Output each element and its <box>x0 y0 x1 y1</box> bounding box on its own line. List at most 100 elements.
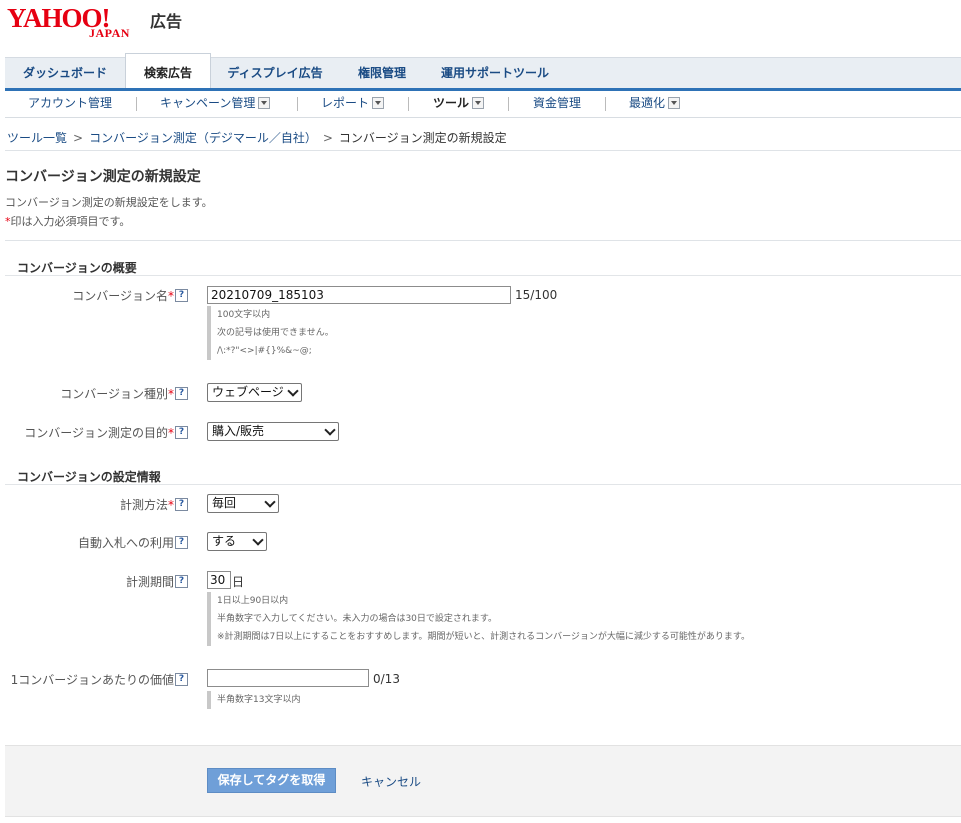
divider <box>136 97 137 111</box>
breadcrumb-tools-list[interactable]: ツール一覧 <box>7 131 67 145</box>
breadcrumb-conversion-measurement[interactable]: コンバージョン測定（デジマール／自社） <box>89 131 317 145</box>
purpose-label: コンバージョン測定の目的*? <box>24 424 188 441</box>
chevron-down-icon <box>324 424 336 436</box>
conversion-type-label-text: コンバージョン種別 <box>60 387 168 401</box>
autobid-select[interactable]: する <box>207 532 267 551</box>
value-notes: 半角数字13文字以内 <box>207 691 300 709</box>
conversion-type-value: ウェブページ <box>212 385 284 399</box>
tab-permissions[interactable]: 権限管理 <box>345 58 419 89</box>
subnav-funds[interactable]: 資金管理 <box>533 91 581 117</box>
chevron-down-icon <box>264 496 276 508</box>
method-select[interactable]: 毎回 <box>207 494 279 513</box>
save-and-get-tag-button[interactable]: 保存してタグを取得 <box>207 768 336 793</box>
conversion-name-input[interactable]: 20210709_185103 <box>207 286 511 304</box>
dropdown-icon[interactable] <box>372 96 385 109</box>
subnav-report[interactable]: レポート <box>321 91 385 117</box>
tab-dashboard[interactable]: ダッシュボード <box>5 58 125 89</box>
period-notes: 1日以上90日以内 半角数字で入力してください。未入力の場合は30日で設定されま… <box>207 592 750 646</box>
conversion-name-label: コンバージョン名*? <box>72 287 188 304</box>
tab-support-tools[interactable]: 運用サポートツール <box>430 58 560 89</box>
form-footer <box>5 745 961 817</box>
section-divider <box>5 484 961 485</box>
breadcrumb: ツール一覧 > コンバージョン測定（デジマール／自社） > コンバージョン測定の新規設定 <box>7 129 507 146</box>
section-title-settings: コンバージョンの設定情報 <box>17 470 161 484</box>
purpose-value: 購入/販売 <box>212 424 265 438</box>
period-unit: 日 <box>232 575 245 589</box>
value-label: 1コンバージョンあたりの価値? <box>11 671 188 688</box>
help-icon[interactable]: ? <box>175 289 188 302</box>
cancel-link[interactable]: キャンセル <box>361 773 421 790</box>
main-tabs: ダッシュボード 検索広告 ディスプレイ広告 権限管理 運用サポートツール <box>5 53 961 91</box>
help-icon[interactable]: ? <box>175 536 188 549</box>
period-input[interactable]: 30 <box>207 571 231 589</box>
section-divider <box>5 275 961 276</box>
page-title: コンバージョン測定の新規設定 <box>5 169 201 185</box>
purpose-select[interactable]: 購入/販売 <box>207 422 339 441</box>
method-label-text: 計測方法 <box>119 498 168 512</box>
subnav-optimize[interactable]: 最適化 <box>629 91 681 117</box>
period-label: 計測期間? <box>126 573 188 590</box>
yahoo-japan-logo[interactable]: YAHOO! JAPAN 広告 <box>7 4 182 40</box>
divider <box>297 97 298 111</box>
required-note: *印は入力必須項目です。 <box>5 213 130 229</box>
subnav-report-label: レポート <box>321 96 370 110</box>
required-mark: * <box>168 387 174 401</box>
page-description: コンバージョン測定の新規設定をします。 <box>5 196 213 209</box>
value-counter: 0/13 <box>373 672 400 686</box>
divider <box>605 97 606 111</box>
required-mark: * <box>168 426 174 440</box>
breadcrumb-separator: > <box>322 131 333 145</box>
help-icon[interactable]: ? <box>175 673 188 686</box>
divider <box>5 150 961 151</box>
tab-search-ads[interactable]: 検索広告 <box>125 53 211 91</box>
autobid-label: 自動入札への利用? <box>78 534 188 551</box>
period-label-text: 計測期間 <box>125 575 174 589</box>
breadcrumb-current: コンバージョン測定の新規設定 <box>338 131 507 145</box>
dropdown-icon[interactable] <box>258 96 271 109</box>
value-input[interactable] <box>207 669 369 687</box>
required-note-text: 印は入力必須項目です。 <box>10 215 131 228</box>
help-icon[interactable]: ? <box>175 498 188 511</box>
subnav-campaign-label: キャンペーン管理 <box>160 96 256 110</box>
note-line: 半角数字で入力してください。未入力の場合は30日で設定されます。 <box>217 614 498 624</box>
note-line: 100文字以内 <box>217 310 271 320</box>
note-line: /\:*?"<>|#{}%&~@; <box>217 346 312 356</box>
breadcrumb-separator: > <box>73 131 84 145</box>
note-line: ※計測期間は7日以上にすることをおすすめします。期間が短いと、計測されるコンバー… <box>217 632 751 642</box>
tab-display-ads[interactable]: ディスプレイ広告 <box>215 58 335 89</box>
required-mark: * <box>168 498 174 512</box>
required-mark: * <box>168 289 174 303</box>
note-line: 半角数字13文字以内 <box>217 695 301 705</box>
divider <box>508 97 509 111</box>
chevron-down-icon <box>287 385 299 397</box>
note-line: 1日以上90日以内 <box>217 596 289 606</box>
sub-navigation: アカウント管理 キャンペーン管理 レポート ツール 資金管理 最適化 <box>5 91 961 118</box>
subnav-account[interactable]: アカウント管理 <box>28 91 112 117</box>
method-label: 計測方法*? <box>120 496 188 513</box>
subnav-funds-label: 資金管理 <box>533 96 582 110</box>
help-icon[interactable]: ? <box>175 387 188 400</box>
conversion-name-notes: 100文字以内 次の記号は使用できません。 /\:*?"<>|#{}%&~@; <box>207 306 334 360</box>
subnav-account-label: アカウント管理 <box>28 96 113 110</box>
help-icon[interactable]: ? <box>175 575 188 588</box>
purpose-label-text: コンバージョン測定の目的 <box>24 426 168 440</box>
note-line: 次の記号は使用できません。 <box>217 328 334 338</box>
subnav-campaign[interactable]: キャンペーン管理 <box>160 91 271 117</box>
logo-product: 広告 <box>150 12 183 31</box>
conversion-type-label: コンバージョン種別*? <box>60 385 188 402</box>
chevron-down-icon <box>252 534 264 546</box>
dropdown-icon[interactable] <box>668 96 681 109</box>
conversion-type-select[interactable]: ウェブページ <box>207 383 302 402</box>
subnav-tools-label: ツール <box>433 96 470 110</box>
method-value: 毎回 <box>212 496 237 510</box>
help-icon[interactable]: ? <box>175 426 188 439</box>
divider <box>408 97 409 111</box>
value-label-text: 1コンバージョンあたりの価値 <box>10 673 174 687</box>
autobid-label-text: 自動入札への利用 <box>77 536 174 550</box>
logo-sub: JAPAN <box>89 26 130 40</box>
dropdown-icon[interactable] <box>472 96 485 109</box>
conversion-name-label-text: コンバージョン名 <box>72 289 168 303</box>
subnav-tools[interactable]: ツール <box>433 91 485 117</box>
autobid-value: する <box>212 534 237 548</box>
subnav-optimize-label: 最適化 <box>629 96 666 110</box>
